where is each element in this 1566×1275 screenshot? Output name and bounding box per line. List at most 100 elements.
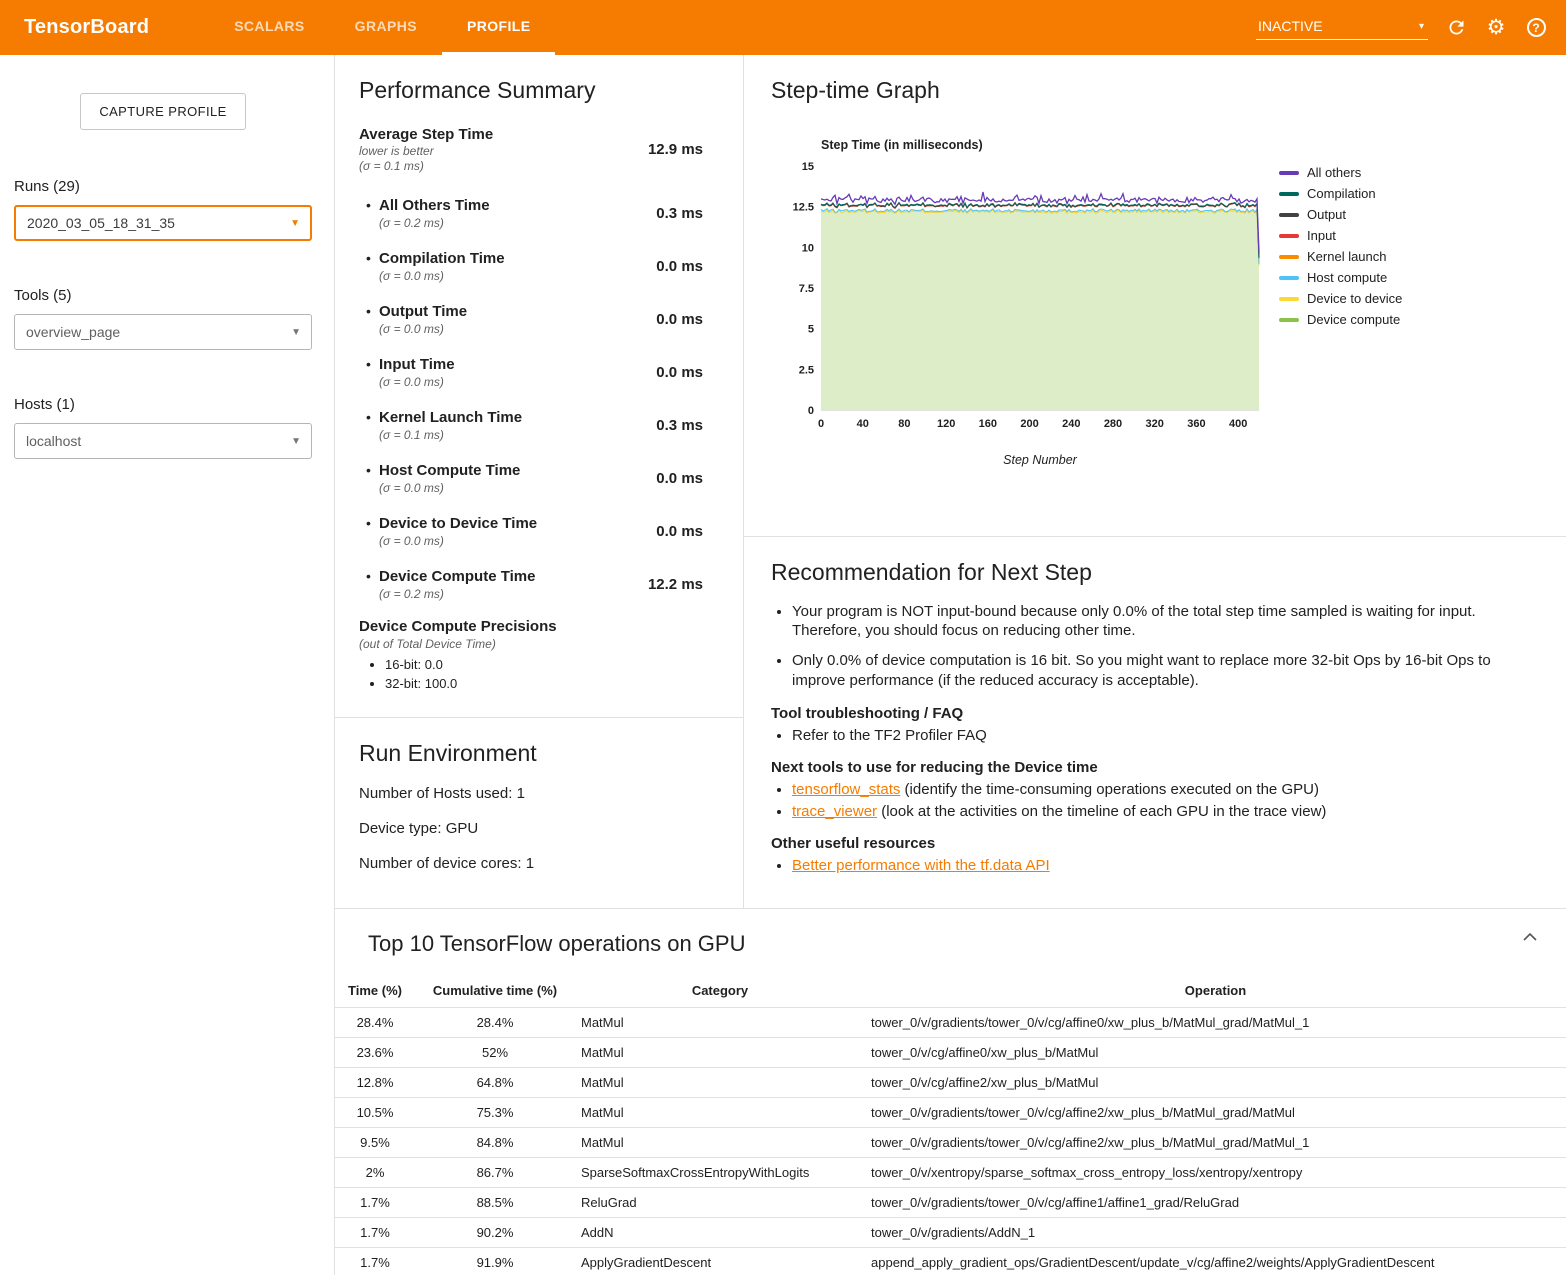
perf-summary-item: •Input Time(σ = 0.0 ms)0.0 ms xyxy=(359,353,703,392)
perf-summary-item: •Device Compute Time(σ = 0.2 ms)12.2 ms xyxy=(359,565,703,604)
svg-text:10: 10 xyxy=(802,242,814,254)
ops-cell: tower_0/v/cg/affine0/xw_plus_b/MatMul xyxy=(865,1038,1566,1068)
ops-cell: 91.9% xyxy=(415,1248,575,1275)
ops-cell: tower_0/v/xentropy/sparse_softmax_cross_… xyxy=(865,1158,1566,1188)
ops-cell: 1.7% xyxy=(335,1248,415,1275)
legend-item: Kernel launch xyxy=(1279,250,1402,263)
sidebar: CAPTURE PROFILE Runs (29) 2020_03_05_18_… xyxy=(0,55,334,1275)
run-environment-title: Run Environment xyxy=(359,740,719,767)
ops-cell: SparseSoftmaxCrossEntropyWithLogits xyxy=(575,1158,865,1188)
legend-label: Output xyxy=(1307,207,1346,222)
precision-item: 16-bit: 0.0 xyxy=(385,657,703,672)
precisions-note: (out of Total Device Time) xyxy=(359,637,703,651)
perf-item-label: All Others Time xyxy=(379,197,490,214)
ops-cell: 28.4% xyxy=(415,1008,575,1038)
perf-item-value: 0.0 ms xyxy=(656,311,703,328)
ops-cell: 88.5% xyxy=(415,1188,575,1218)
top-ops-title: Top 10 TensorFlow operations on GPU xyxy=(368,931,1566,957)
resources-heading: Other useful resources xyxy=(771,835,1506,852)
tab-scalars[interactable]: SCALARS xyxy=(209,0,329,55)
ops-cell: MatMul xyxy=(575,1008,865,1038)
perf-item-sigma: (σ = 0.0 ms) xyxy=(379,481,520,495)
chevron-down-icon: ▾ xyxy=(1419,21,1424,32)
ops-cell: tower_0/v/gradients/tower_0/v/cg/affine2… xyxy=(865,1098,1566,1128)
perf-summary-item: •Device to Device Time(σ = 0.0 ms)0.0 ms xyxy=(359,512,703,551)
svg-text:12.5: 12.5 xyxy=(793,202,814,214)
perf-item-value: 0.3 ms xyxy=(656,205,703,222)
ops-cell: 64.8% xyxy=(415,1068,575,1098)
legend-swatch xyxy=(1279,171,1299,175)
runs-dropdown[interactable]: 2020_03_05_18_31_35 ▼ xyxy=(14,205,312,241)
ops-cell: 2% xyxy=(335,1158,415,1188)
bullet-icon: • xyxy=(366,250,379,267)
perf-summary-item: •Output Time(σ = 0.0 ms)0.0 ms xyxy=(359,300,703,339)
ops-cell: tower_0/v/gradients/tower_0/v/cg/affine2… xyxy=(865,1128,1566,1158)
ops-table-row: 2%86.7%SparseSoftmaxCrossEntropyWithLogi… xyxy=(335,1158,1566,1188)
legend-swatch xyxy=(1279,213,1299,217)
runs-label: Runs (29) xyxy=(14,178,312,195)
perf-item-value: 0.0 ms xyxy=(656,523,703,540)
svg-text:200: 200 xyxy=(1020,418,1038,430)
ops-cell: tower_0/v/cg/affine2/xw_plus_b/MatMul xyxy=(865,1068,1566,1098)
ops-cell: 84.8% xyxy=(415,1128,575,1158)
perf-item-label: Device to Device Time xyxy=(379,515,537,532)
resource-item: Better performance with the tf.data API xyxy=(792,857,1506,874)
ops-cell: AddN xyxy=(575,1218,865,1248)
recommendation-bullet: Only 0.0% of device computation is 16 bi… xyxy=(792,651,1506,689)
tab-profile[interactable]: PROFILE xyxy=(442,0,555,55)
perf-item-value: 0.0 ms xyxy=(656,470,703,487)
run-environment-panel: Run Environment Number of Hosts used: 1D… xyxy=(335,718,743,908)
tool-link[interactable]: trace_viewer xyxy=(792,803,877,820)
average-step-time-label: Average Step Time xyxy=(359,126,493,143)
question-mark-icon: ? xyxy=(1527,18,1546,37)
legend-item: All others xyxy=(1279,166,1402,179)
perf-item-label: Kernel Launch Time xyxy=(379,409,522,426)
help-icon[interactable]: ? xyxy=(1524,16,1548,40)
bullet-icon: • xyxy=(366,462,379,479)
svg-text:15: 15 xyxy=(802,161,814,173)
hosts-dropdown[interactable]: localhost ▼ xyxy=(14,423,312,459)
legend-swatch xyxy=(1279,318,1299,322)
refresh-icon[interactable] xyxy=(1444,16,1468,40)
tools-dropdown[interactable]: overview_page ▼ xyxy=(14,314,312,350)
faq-item: Refer to the TF2 Profiler FAQ xyxy=(792,727,1506,744)
settings-gear-icon[interactable]: ⚙ xyxy=(1484,16,1508,40)
resource-link[interactable]: Better performance with the tf.data API xyxy=(792,857,1050,874)
ops-column-header: Time (%) xyxy=(335,975,415,1008)
svg-text:0: 0 xyxy=(818,418,824,430)
status-dropdown-value: INACTIVE xyxy=(1258,18,1323,34)
ops-cell: append_apply_gradient_ops/GradientDescen… xyxy=(865,1248,1566,1275)
legend-item: Input xyxy=(1279,229,1402,242)
chevron-up-icon[interactable] xyxy=(1522,929,1538,945)
perf-item-sigma: (σ = 0.2 ms) xyxy=(379,216,490,230)
svg-text:400: 400 xyxy=(1229,418,1247,430)
legend-swatch xyxy=(1279,255,1299,259)
chevron-down-icon: ▼ xyxy=(291,327,301,338)
ops-cell: 1.7% xyxy=(335,1218,415,1248)
legend-item: Device compute xyxy=(1279,313,1402,326)
ops-table-row: 12.8%64.8%MatMultower_0/v/cg/affine2/xw_… xyxy=(335,1068,1566,1098)
average-step-time-sigma: (σ = 0.1 ms) xyxy=(359,159,493,173)
recommendation-list: Your program is NOT input-bound because … xyxy=(771,602,1506,690)
top-ops-panel: Top 10 TensorFlow operations on GPU Time… xyxy=(335,908,1566,1275)
app-header: TensorBoard SCALARSGRAPHSPROFILE INACTIV… xyxy=(0,0,1566,55)
ops-table-row: 1.7%90.2%AddNtower_0/v/gradients/AddN_1 xyxy=(335,1218,1566,1248)
ops-cell: MatMul xyxy=(575,1128,865,1158)
hosts-label: Hosts (1) xyxy=(14,396,312,413)
tool-link[interactable]: tensorflow_stats xyxy=(792,781,900,798)
ops-cell: 12.8% xyxy=(335,1068,415,1098)
next-tools-heading: Next tools to use for reducing the Devic… xyxy=(771,759,1506,776)
ops-cell: 75.3% xyxy=(415,1098,575,1128)
status-dropdown[interactable]: INACTIVE ▾ xyxy=(1256,15,1428,40)
ops-table-row: 28.4%28.4%MatMultower_0/v/gradients/towe… xyxy=(335,1008,1566,1038)
perf-summary-item: •All Others Time(σ = 0.2 ms)0.3 ms xyxy=(359,194,703,233)
ops-column-header: Cumulative time (%) xyxy=(415,975,575,1008)
legend-item: Compilation xyxy=(1279,187,1402,200)
legend-swatch xyxy=(1279,192,1299,196)
capture-profile-button[interactable]: CAPTURE PROFILE xyxy=(80,93,245,130)
chart-title: Step Time (in milliseconds) xyxy=(821,138,1265,152)
tab-graphs[interactable]: GRAPHS xyxy=(330,0,442,55)
ops-cell: 52% xyxy=(415,1038,575,1068)
bullet-icon: • xyxy=(366,356,379,373)
perf-item-sigma: (σ = 0.0 ms) xyxy=(379,322,467,336)
